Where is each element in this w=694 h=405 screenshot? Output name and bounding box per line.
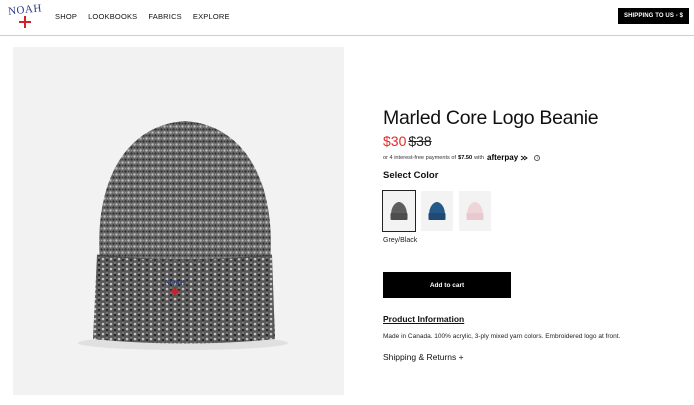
noah-logo[interactable]: NOAH [4,2,46,32]
site-header: NOAH SHOP LOOKBOOKS FABRICS EXPLORE SHIP… [0,0,694,36]
afterpay-logo: afterpay [487,153,519,162]
grey-beanie-thumb [390,202,408,220]
swatch-pink[interactable] [459,191,491,231]
afterpay-amount: $7.50 [458,154,473,161]
afterpay-arrows-icon [520,155,528,160]
product-title: Marled Core Logo Beanie [383,107,599,129]
afterpay-message: or 4 interest-free payments of $7.50 wit… [383,153,541,162]
nav-item-lookbooks[interactable]: LOOKBOOKS [88,12,137,21]
pink-beanie-thumb [466,202,484,220]
nav-item-shop[interactable]: SHOP [55,12,77,21]
original-price: $38 [408,133,432,149]
main-nav: SHOP LOOKBOOKS FABRICS EXPLORE [55,12,230,21]
product-image[interactable]: NOAH [13,47,344,395]
beanie-image: NOAH [78,121,288,350]
color-swatches [382,190,491,232]
nav-item-explore[interactable]: EXPLORE [193,12,230,21]
svg-text:NOAH: NOAH [165,279,185,287]
afterpay-suffix: with [474,154,485,161]
nav-item-fabrics[interactable]: FABRICS [148,12,182,21]
swatch-grey-black[interactable] [382,190,416,232]
info-icon[interactable]: i [534,154,541,161]
navy-beanie-thumb [428,202,446,220]
add-to-cart-button[interactable]: Add to cart [383,272,511,298]
shipping-region-button[interactable]: SHIPPING TO US - $ [618,8,689,24]
sale-price: $30 [383,133,407,149]
select-color-label: Select Color [383,170,439,181]
afterpay-prefix: or 4 interest-free payments of [383,154,457,161]
product-price: $30 $38 [383,133,432,149]
selected-color-name: Grey/Black [383,237,418,244]
swatch-navy[interactable] [421,191,453,231]
logo-cross-icon [19,16,31,28]
product-information-link[interactable]: Product Information [383,314,464,324]
shipping-returns-toggle[interactable]: Shipping & Returns + [383,352,464,362]
product-description: Made in Canada. 100% acrylic, 3-ply mixe… [383,333,621,340]
